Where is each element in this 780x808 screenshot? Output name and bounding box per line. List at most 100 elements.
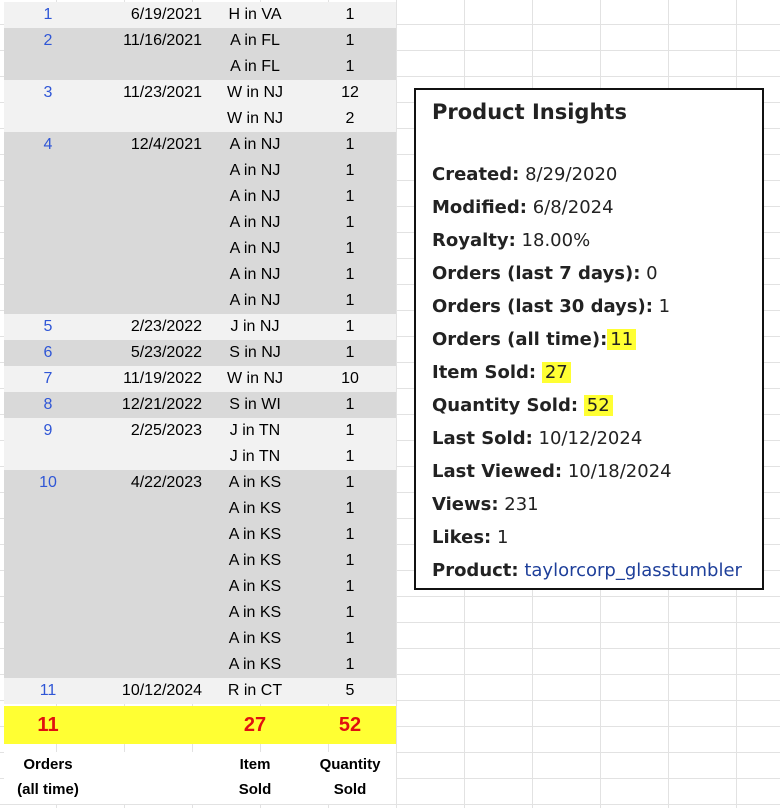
product-link[interactable]: taylorcorp_glasstumbler: [524, 560, 742, 581]
buyer-location-cell[interactable]: J in TN: [214, 418, 296, 444]
buyer-location-cell[interactable]: A in NJ: [214, 158, 296, 184]
order-number-cell[interactable]: [4, 548, 92, 574]
order-number-cell[interactable]: [4, 574, 92, 600]
order-date-cell[interactable]: [92, 626, 202, 652]
order-date-cell[interactable]: [92, 548, 202, 574]
orders-footer-label[interactable]: Orders (all time): [4, 752, 92, 802]
order-number-cell[interactable]: [4, 652, 92, 678]
order-date-cell[interactable]: 11/19/2022: [92, 366, 202, 392]
quantity-cell[interactable]: 1: [304, 184, 396, 210]
buyer-location-cell[interactable]: A in NJ: [214, 184, 296, 210]
buyer-location-cell[interactable]: A in NJ: [214, 132, 296, 158]
buyer-location-cell[interactable]: A in KS: [214, 600, 296, 626]
buyer-location-cell[interactable]: A in NJ: [214, 210, 296, 236]
order-date-cell[interactable]: [92, 288, 202, 314]
buyer-location-cell[interactable]: A in KS: [214, 522, 296, 548]
buyer-location-cell[interactable]: H in VA: [214, 2, 296, 28]
quantity-cell[interactable]: 12: [304, 80, 396, 106]
order-number-cell[interactable]: 11: [4, 678, 92, 704]
quantity-cell[interactable]: 1: [304, 626, 396, 652]
order-date-cell[interactable]: [92, 496, 202, 522]
order-number-cell[interactable]: [4, 496, 92, 522]
order-date-cell[interactable]: 4/22/2023: [92, 470, 202, 496]
order-date-cell[interactable]: [92, 444, 202, 470]
quantity-cell[interactable]: 1: [304, 314, 396, 340]
order-date-cell[interactable]: 12/21/2022: [92, 392, 202, 418]
order-date-cell[interactable]: 12/4/2021: [92, 132, 202, 158]
buyer-location-cell[interactable]: J in TN: [214, 444, 296, 470]
order-date-cell[interactable]: 6/19/2021: [92, 2, 202, 28]
order-number-cell[interactable]: 4: [4, 132, 92, 158]
buyer-location-cell[interactable]: W in NJ: [214, 106, 296, 132]
buyer-location-cell[interactable]: A in NJ: [214, 288, 296, 314]
quantity-cell[interactable]: 1: [304, 496, 396, 522]
quantity-cell[interactable]: 5: [304, 678, 396, 704]
order-number-cell[interactable]: [4, 236, 92, 262]
quantity-cell[interactable]: 1: [304, 600, 396, 626]
order-number-cell[interactable]: [4, 158, 92, 184]
order-number-cell[interactable]: [4, 522, 92, 548]
order-date-cell[interactable]: [92, 262, 202, 288]
buyer-location-cell[interactable]: A in KS: [214, 548, 296, 574]
quantity-cell[interactable]: 1: [304, 392, 396, 418]
buyer-location-cell[interactable]: A in NJ: [214, 236, 296, 262]
order-number-cell[interactable]: 2: [4, 28, 92, 54]
quantity-cell[interactable]: 1: [304, 236, 396, 262]
quantity-cell[interactable]: 1: [304, 54, 396, 80]
order-date-cell[interactable]: 5/23/2022: [92, 340, 202, 366]
order-number-cell[interactable]: [4, 54, 92, 80]
order-number-cell[interactable]: [4, 288, 92, 314]
total-items[interactable]: 27: [214, 706, 296, 744]
buyer-location-cell[interactable]: A in NJ: [214, 262, 296, 288]
buyer-location-cell[interactable]: R in CT: [214, 678, 296, 704]
total-quantity[interactable]: 52: [304, 706, 396, 744]
order-date-cell[interactable]: 10/12/2024: [92, 678, 202, 704]
order-number-cell[interactable]: 8: [4, 392, 92, 418]
quantity-cell[interactable]: 1: [304, 28, 396, 54]
quantity-cell[interactable]: 1: [304, 470, 396, 496]
order-number-cell[interactable]: 9: [4, 418, 92, 444]
quantity-cell[interactable]: 1: [304, 158, 396, 184]
order-number-cell[interactable]: [4, 626, 92, 652]
buyer-location-cell[interactable]: W in NJ: [214, 80, 296, 106]
items-footer-label[interactable]: Item Sold: [214, 752, 296, 802]
quantity-cell[interactable]: 1: [304, 574, 396, 600]
quantity-footer-label[interactable]: Quantity Sold: [304, 752, 396, 802]
order-date-cell[interactable]: [92, 158, 202, 184]
buyer-location-cell[interactable]: S in NJ: [214, 340, 296, 366]
buyer-location-cell[interactable]: J in NJ: [214, 314, 296, 340]
order-date-cell[interactable]: 11/23/2021: [92, 80, 202, 106]
buyer-location-cell[interactable]: A in FL: [214, 28, 296, 54]
quantity-cell[interactable]: 1: [304, 340, 396, 366]
quantity-cell[interactable]: 1: [304, 652, 396, 678]
order-date-cell[interactable]: [92, 652, 202, 678]
order-date-cell[interactable]: [92, 210, 202, 236]
order-number-cell[interactable]: [4, 444, 92, 470]
quantity-cell[interactable]: 1: [304, 132, 396, 158]
order-date-cell[interactable]: [92, 574, 202, 600]
quantity-cell[interactable]: 1: [304, 210, 396, 236]
order-date-cell[interactable]: [92, 184, 202, 210]
buyer-location-cell[interactable]: S in WI: [214, 392, 296, 418]
buyer-location-cell[interactable]: A in FL: [214, 54, 296, 80]
quantity-cell[interactable]: 10: [304, 366, 396, 392]
order-number-cell[interactable]: [4, 184, 92, 210]
order-date-cell[interactable]: [92, 236, 202, 262]
quantity-cell[interactable]: 1: [304, 522, 396, 548]
buyer-location-cell[interactable]: A in KS: [214, 626, 296, 652]
quantity-cell[interactable]: 1: [304, 288, 396, 314]
order-date-cell[interactable]: [92, 522, 202, 548]
quantity-cell[interactable]: 2: [304, 106, 396, 132]
order-number-cell[interactable]: 5: [4, 314, 92, 340]
order-number-cell[interactable]: 10: [4, 470, 92, 496]
buyer-location-cell[interactable]: A in KS: [214, 652, 296, 678]
buyer-location-cell[interactable]: A in KS: [214, 496, 296, 522]
order-number-cell[interactable]: 1: [4, 2, 92, 28]
order-number-cell[interactable]: 7: [4, 366, 92, 392]
order-date-cell[interactable]: [92, 106, 202, 132]
order-date-cell[interactable]: [92, 54, 202, 80]
order-date-cell[interactable]: 2/23/2022: [92, 314, 202, 340]
total-orders[interactable]: 11: [4, 706, 92, 744]
buyer-location-cell[interactable]: A in KS: [214, 470, 296, 496]
quantity-cell[interactable]: 1: [304, 262, 396, 288]
